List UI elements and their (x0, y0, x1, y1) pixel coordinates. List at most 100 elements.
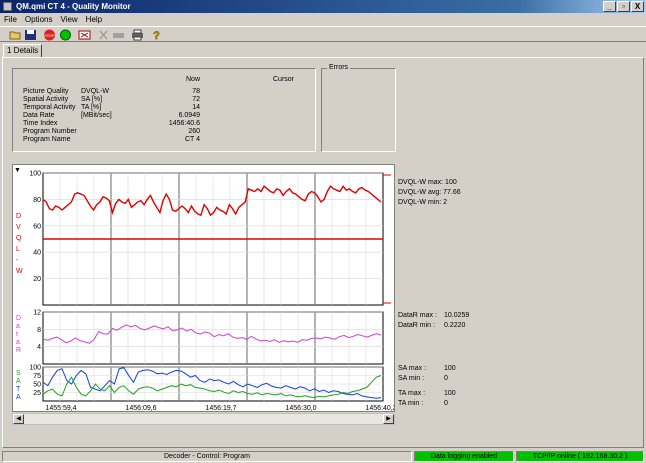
row-now: CT 4 (184, 136, 200, 143)
cursor-header: Cursor (273, 76, 295, 83)
svg-text:?: ? (153, 30, 160, 41)
axis-label-letter: a (16, 323, 20, 330)
cut-icon[interactable] (97, 29, 110, 41)
menu-options[interactable]: Options (21, 13, 57, 26)
save-icon[interactable] (24, 29, 37, 41)
menu-help[interactable]: Help (82, 13, 106, 26)
x-tick-label: 1456:19,7 (205, 405, 236, 411)
x-tick-label: 1455:59,4 (45, 405, 76, 411)
menu-file[interactable]: File (0, 13, 21, 26)
sa-min-label: SA min : (398, 375, 425, 382)
x-tick-label: 1456:40,2 (365, 405, 394, 411)
status-logging: Data logging enabled (414, 451, 514, 462)
ta-max-value: 100 (444, 390, 456, 397)
datar-max-value: 10.0259 (444, 312, 470, 319)
y-tick-label: 60 (33, 223, 41, 230)
y-tick-label: 100 (29, 365, 41, 372)
ta-max-label: TA max : (398, 390, 426, 397)
title-bar: QM.qmi CT 4 - Quality Monitor _ ▫ X (0, 0, 646, 13)
axis-label-letter: R (16, 347, 21, 354)
axis-label-letter: S (16, 370, 21, 377)
datar-min-label: DataR min : (398, 322, 435, 329)
record-icon[interactable] (59, 29, 72, 41)
close-button[interactable]: X (631, 1, 644, 12)
status-control: Decoder - Control: Program (2, 451, 412, 462)
row-name: Temporal Activity (23, 104, 76, 111)
ta-min-label: TA min : (398, 400, 424, 407)
sa-max-value: 100 (444, 365, 456, 372)
menu-view[interactable]: View (56, 13, 81, 26)
row-now: 6.0949 (178, 112, 200, 119)
row-now: 72 (192, 96, 200, 103)
row-name: Program Name (23, 136, 71, 143)
svg-text:STOP: STOP (44, 33, 55, 38)
tab-details[interactable]: 1 Details (3, 44, 43, 58)
axis-label-letter: V (16, 224, 21, 231)
scroll-left-icon[interactable]: ◀ (13, 414, 24, 424)
quality-chart: 10080604020DVQL-W1284DataR100755025SATA1… (14, 167, 397, 412)
axis-label-letter: T (16, 386, 21, 393)
sa-max-label: SA max : (398, 365, 427, 372)
toolbar: STOP ? (0, 26, 646, 42)
maximize-button[interactable]: ▫ (617, 1, 630, 12)
row-name: Time Index (23, 120, 58, 127)
row-now: 14 (192, 104, 200, 111)
print-icon[interactable] (131, 29, 144, 41)
row-name: Spatial Activity (23, 96, 69, 103)
tab-strip: 1 Details (0, 43, 646, 58)
y-tick-label: 75 (33, 373, 41, 380)
help-icon[interactable]: ? (150, 29, 163, 41)
ta-min-value: 0 (444, 400, 448, 407)
open-icon[interactable] (9, 29, 22, 41)
axis-label-letter: D (16, 315, 21, 322)
row-name: Data Rate (23, 112, 55, 119)
datar-min-value: 0.2220 (444, 322, 466, 329)
axis-label-letter: A (16, 378, 21, 385)
y-tick-label: 20 (33, 276, 41, 283)
y-tick-label: 40 (33, 250, 41, 257)
status-bar: Decoder - Control: Program Data logging … (0, 450, 646, 463)
x-tick-label: 1456:30,0 (285, 405, 316, 411)
errors-label: Errors (327, 64, 351, 71)
axis-label-letter: W (16, 268, 23, 275)
y-tick-label: 50 (33, 382, 41, 389)
y-tick-label: 12 (33, 310, 41, 317)
errors-box (321, 68, 396, 152)
app-icon (3, 2, 12, 11)
print-preview-icon[interactable] (112, 29, 125, 41)
axis-label-letter: Q (16, 235, 22, 242)
y-tick-label: 80 (33, 197, 41, 204)
app-window: QM.qmi CT 4 - Quality Monitor _ ▫ X File… (0, 0, 646, 463)
status-tcp: TCP/IP online ( 192.168.30.2 ) (516, 451, 644, 462)
now-header: Now (186, 76, 201, 83)
row-unit: TA [%] (81, 104, 102, 111)
axis-label-letter: - (16, 257, 19, 264)
dvql-min: DVQL-W min: 2 (398, 199, 448, 206)
axis-label-letter: L (16, 246, 20, 253)
row-name: Picture Quality (23, 88, 69, 95)
stop-icon[interactable]: STOP (43, 29, 56, 41)
dvql-max: DVQL-W max: 100 (398, 179, 457, 186)
axis-label-letter: t (16, 331, 18, 338)
menu-bar: File Options View Help (0, 13, 646, 26)
dvql-avg: DVQL-W avg: 77.66 (398, 189, 461, 196)
cursor-marker: ▼ (14, 167, 21, 174)
y-tick-label: 4 (37, 344, 41, 351)
horizontal-scrollbar[interactable]: ◀ ▶ (12, 413, 395, 425)
x-tick-label: 1456:09,6 (125, 405, 156, 411)
y-tick-label: 100 (29, 171, 41, 178)
row-name: Program Number (23, 128, 77, 135)
row-unit: SA [%] (81, 96, 103, 103)
window-title: QM.qmi CT 4 - Quality Monitor (16, 2, 131, 11)
minimize-button[interactable]: _ (603, 1, 616, 12)
export-icon[interactable] (78, 29, 91, 41)
row-now: 1456:40.6 (168, 120, 200, 127)
row-now: 260 (188, 128, 200, 135)
row-unit: DVQL-W (81, 88, 109, 95)
chart-area[interactable]: 100 80 60 40 20 D V Q L - W 12 8 4 Da t a R 100 75 50 25 S A T A 1… (12, 164, 397, 412)
y-tick-label: 8 (37, 327, 41, 334)
y-tick-label: 25 (33, 390, 41, 397)
axis-label-letter: a (16, 339, 20, 346)
scroll-right-icon[interactable]: ▶ (383, 414, 394, 424)
sa-min-value: 0 (444, 375, 448, 382)
